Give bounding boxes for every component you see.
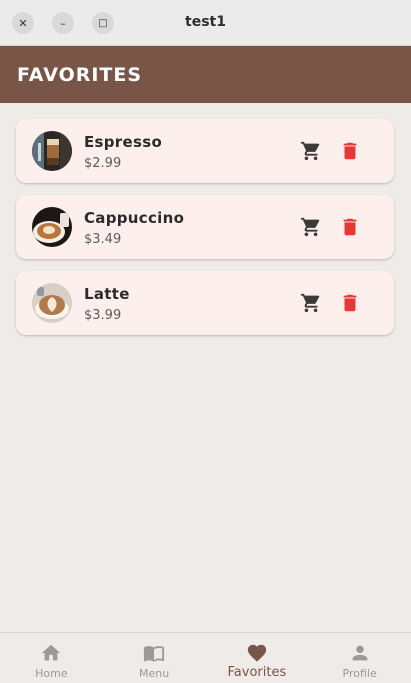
favorites-list: Espresso $2.99 Cappuccino $3.49 Latte $3… xyxy=(16,119,394,347)
window-title: test1 xyxy=(185,14,226,30)
app-bar: FAVORITES xyxy=(0,46,411,103)
person-icon xyxy=(352,645,367,661)
cart-icon xyxy=(300,217,320,237)
bottom-navigation: Home Menu Favorites Profile xyxy=(0,632,411,683)
add-to-cart-button[interactable] xyxy=(297,137,325,165)
cart-icon xyxy=(300,141,320,161)
remove-favorite-button[interactable] xyxy=(336,289,364,317)
item-price: $3.49 xyxy=(84,232,122,247)
favorite-item-espresso[interactable]: Espresso $2.99 xyxy=(16,119,394,183)
title-bar: ✕ – □ test1 xyxy=(0,0,411,46)
nav-item-menu[interactable]: Menu xyxy=(103,633,206,683)
app-window: ✕ – □ test1 FAVORITES Espresso $2.99 Cap… xyxy=(0,0,411,683)
favorite-item-cappuccino[interactable]: Cappuccino $3.49 xyxy=(16,195,394,259)
remove-favorite-button[interactable] xyxy=(336,213,364,241)
favorite-item-latte[interactable]: Latte $3.99 xyxy=(16,271,394,335)
cappuccino-photo xyxy=(32,207,72,247)
remove-favorite-button[interactable] xyxy=(336,137,364,165)
trash-icon xyxy=(343,218,357,236)
nav-item-favorites[interactable]: Favorites xyxy=(206,633,309,683)
nav-item-home[interactable]: Home xyxy=(0,633,103,683)
add-to-cart-button[interactable] xyxy=(297,289,325,317)
add-to-cart-button[interactable] xyxy=(297,213,325,241)
item-name: Cappuccino xyxy=(84,209,185,227)
trash-icon xyxy=(343,294,357,312)
latte-photo xyxy=(32,283,72,323)
nav-label-profile: Profile xyxy=(342,667,377,680)
espresso-photo xyxy=(32,131,72,171)
trash-icon xyxy=(343,142,357,160)
nav-label-favorites: Favorites xyxy=(227,665,287,680)
book-icon xyxy=(144,646,165,662)
item-price: $3.99 xyxy=(84,308,122,323)
item-name: Espresso xyxy=(84,133,163,151)
nav-item-profile[interactable]: Profile xyxy=(308,633,411,683)
heart-icon xyxy=(247,644,267,662)
nav-label-menu: Menu xyxy=(139,667,170,680)
nav-label-home: Home xyxy=(35,667,68,680)
page-title: FAVORITES xyxy=(17,64,143,86)
home-icon xyxy=(42,644,61,661)
cart-icon xyxy=(300,293,320,313)
item-name: Latte xyxy=(84,285,130,303)
item-price: $2.99 xyxy=(84,156,122,171)
